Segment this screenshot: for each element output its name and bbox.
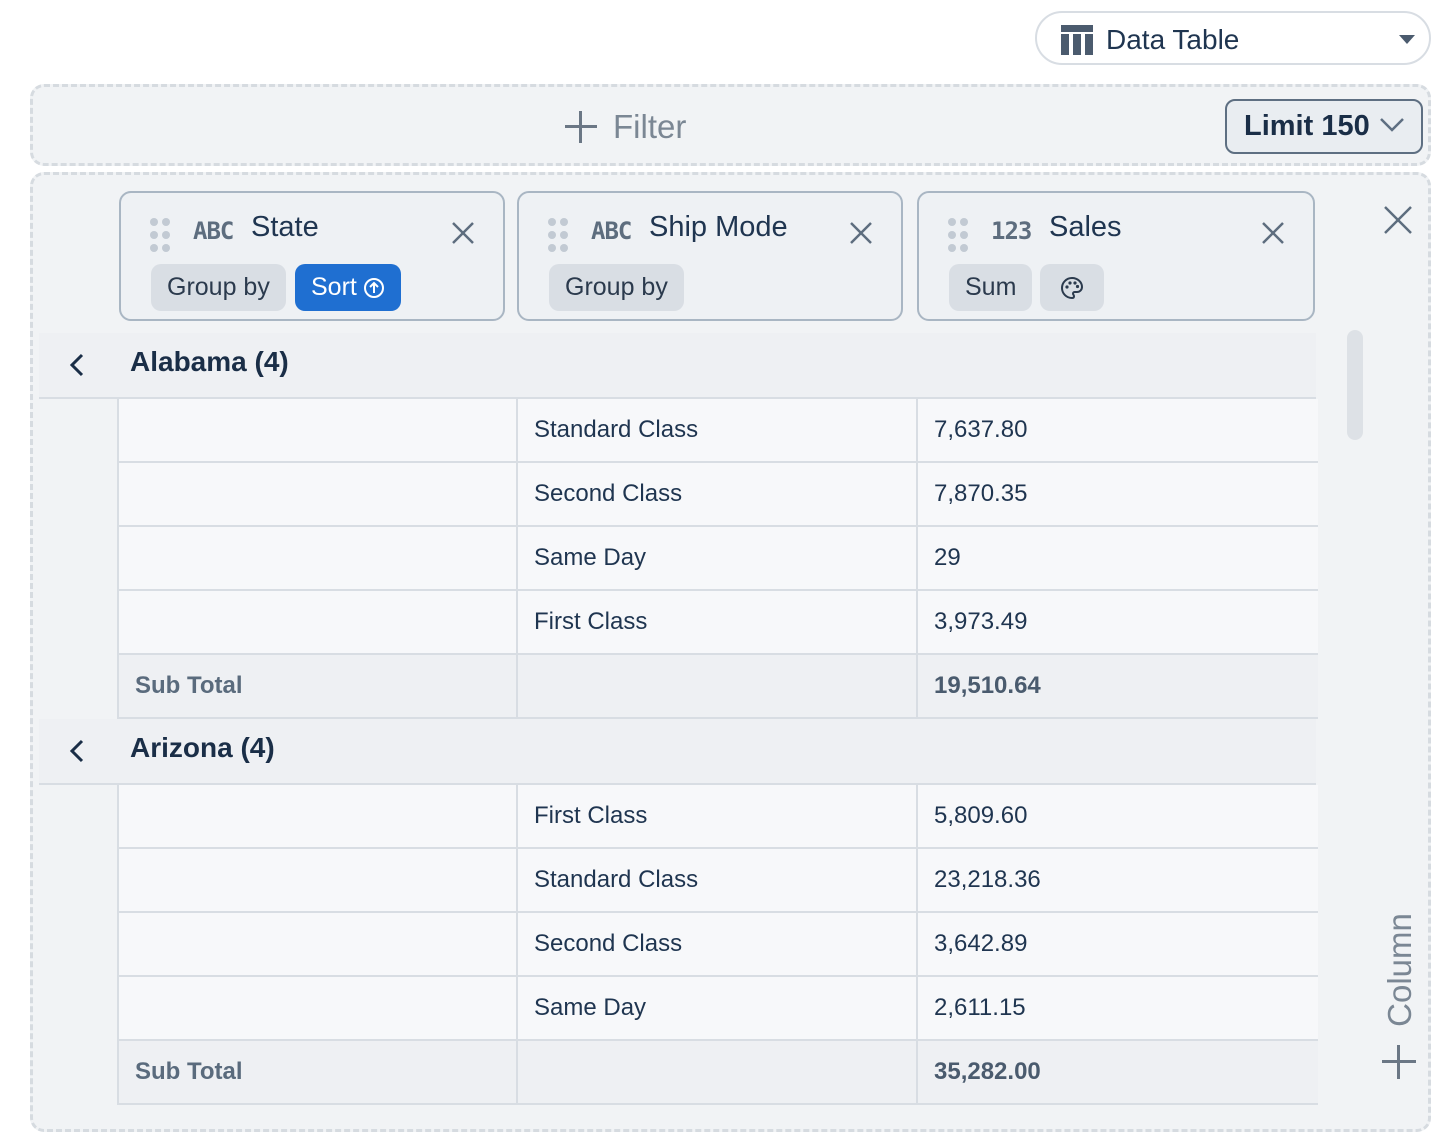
table-cell: First Class [518,785,918,847]
column-card-state[interactable]: ABC State Group by Sort [119,191,505,321]
column-name: State [251,211,319,243]
table-cell: 7,637.80 [934,416,1028,443]
group-title: Arizona (4) [130,732,275,763]
table-cell: Same Day [518,527,918,589]
column-name: Ship Mode [649,211,788,243]
view-type-label: Data Table [1106,24,1240,55]
table-cell [518,655,918,717]
subtotal-row: Sub Total 35,282.00 [117,1041,1318,1105]
table-row: First Class 5,809.60 [117,785,1318,849]
table-cell: Same Day [518,977,918,1039]
table-cell [119,913,518,975]
table-cell: First Class [518,591,918,653]
subtotal-label: Sub Total [119,1041,518,1103]
data-table: Alabama (4) Standard Class 7,637.80 Seco… [39,333,1318,1105]
table-row: Standard Class 7,637.80 [117,399,1318,463]
plus-icon [1382,1045,1416,1079]
aggregate-sum-pill[interactable]: Sum [949,264,1033,311]
chevron-left-icon[interactable] [69,353,85,377]
subtotal-row: Sub Total 19,510.64 [117,655,1318,719]
vertical-scrollbar[interactable] [1347,330,1363,440]
palette-icon [1061,276,1084,300]
group-header[interactable]: Arizona (4) [39,719,1316,785]
column-card-ship-mode[interactable]: ABC Ship Mode Group by [517,191,903,321]
table-cell: 7,870.35 [934,480,1028,507]
caret-down-icon [1399,35,1415,44]
table-cell: Second Class [518,463,918,525]
columns-drop-zone[interactable]: ABC State Group by Sort ABC Ship Mode Gr… [30,172,1431,1132]
group-header[interactable]: Alabama (4) [39,333,1316,399]
table-cell [119,399,518,461]
subtotal-label: Sub Total [119,655,518,717]
table-cell [119,977,518,1039]
plus-icon [563,109,599,145]
table-cell: Standard Class [518,849,918,911]
table-cell [518,1041,918,1103]
table-cell: 29 [934,544,961,571]
sort-label: Sort [311,273,357,301]
column-name: Sales [1049,211,1122,243]
drag-handle-icon[interactable] [149,217,171,253]
table-cell: 2,611.15 [934,994,1026,1021]
table-row: Same Day 29 [117,527,1318,591]
table-row: Standard Class 23,218.36 [117,849,1318,913]
subtotal-value: 35,282.00 [934,1058,1041,1085]
add-column-label: Column [1381,913,1418,1027]
close-icon[interactable] [849,221,873,245]
table-cell: 3,642.89 [934,930,1028,957]
table-cell [119,849,518,911]
group-by-pill[interactable]: Group by [549,264,684,311]
add-filter-button[interactable]: Filter [563,105,686,149]
table-cell: Standard Class [518,399,918,461]
view-type-select[interactable]: Data Table [1035,11,1431,65]
chevron-left-icon[interactable] [69,739,85,763]
table-cell: 23,218.36 [934,866,1041,893]
column-card-sales[interactable]: 123 Sales Sum [917,191,1315,321]
table-cell: Second Class [518,913,918,975]
chevron-down-icon [1380,118,1404,132]
table-cell: 3,973.49 [934,608,1028,635]
subtotal-value: 19,510.64 [934,672,1041,699]
drag-handle-icon[interactable] [947,217,969,253]
add-filter-label: Filter [613,108,687,145]
group-title: Alabama (4) [130,346,289,377]
close-icon[interactable] [1383,205,1413,235]
table-row: First Class 3,973.49 [117,591,1318,655]
filter-drop-zone[interactable]: Filter Limit 150 [30,84,1431,166]
sort-ascending-icon [363,278,384,299]
limit-dropdown[interactable]: Limit 150 [1225,99,1423,154]
group-by-pill[interactable]: Group by [151,264,286,311]
text-type-icon: ABC [591,217,632,245]
close-icon[interactable] [1261,221,1285,245]
color-format-button[interactable] [1040,264,1104,311]
table-cell [119,463,518,525]
table-cell [119,591,518,653]
drag-handle-icon[interactable] [547,217,569,253]
table-cell [119,527,518,589]
table-cell: 5,809.60 [934,802,1028,829]
number-type-icon: 123 [991,217,1032,245]
close-icon[interactable] [451,221,475,245]
limit-label: Limit 150 [1244,110,1370,142]
table-row: Same Day 2,611.15 [117,977,1318,1041]
add-column-button[interactable]: Column [1378,910,1418,1090]
table-row: Second Class 3,642.89 [117,913,1318,977]
table-cell [119,785,518,847]
table-row: Second Class 7,870.35 [117,463,1318,527]
table-icon [1061,25,1093,55]
text-type-icon: ABC [193,217,234,245]
sort-pill[interactable]: Sort [295,264,401,311]
